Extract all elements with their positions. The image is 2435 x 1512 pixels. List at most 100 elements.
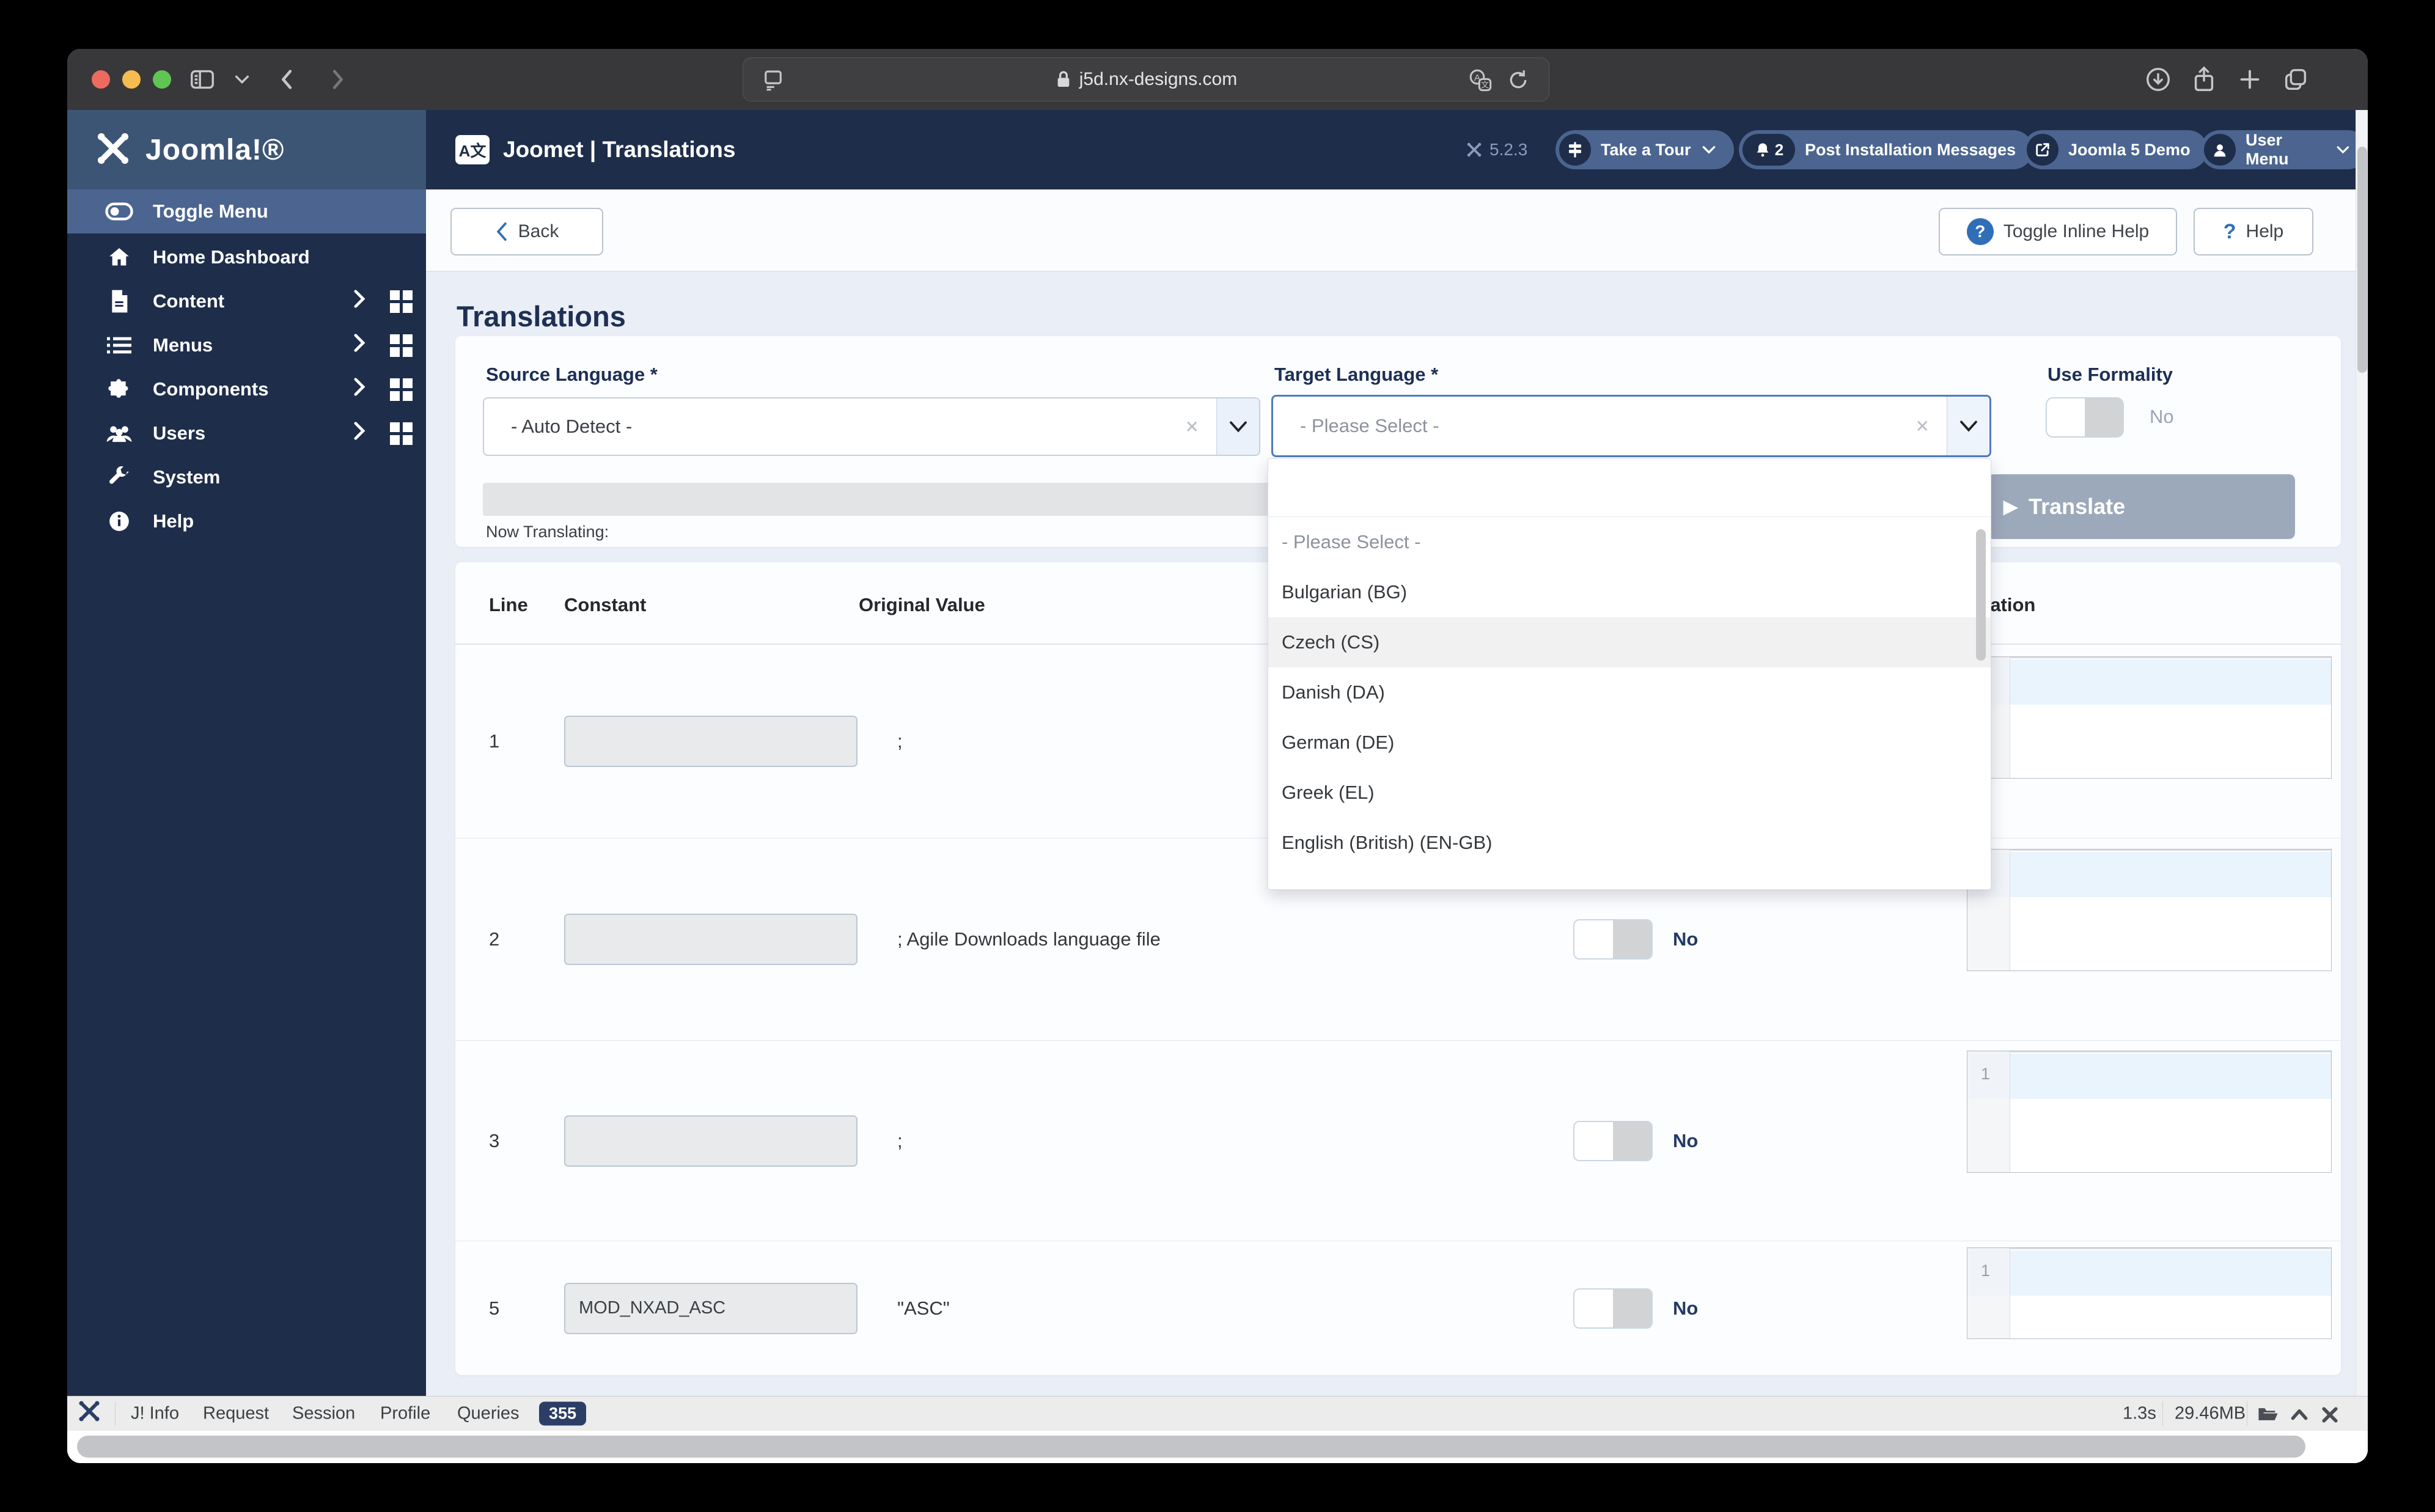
horizontal-scrollbar-thumb[interactable] — [77, 1436, 2305, 1458]
back-button-label: Back — [518, 221, 559, 241]
row-toggle-value: No — [1673, 1129, 1699, 1151]
post-installation-messages-button[interactable]: 2 Post Installation Messages — [1739, 130, 2033, 169]
sidebar-item-components[interactable]: Components — [67, 367, 426, 411]
horizontal-scrollbar[interactable] — [67, 1431, 2368, 1463]
forward-nav-icon[interactable] — [323, 65, 351, 94]
bell-icon: 2 — [1743, 134, 1795, 166]
source-language-select[interactable]: - Auto Detect - ✕ — [483, 397, 1260, 456]
chevron-right-icon[interactable] — [352, 376, 367, 402]
joomla-logo-icon — [93, 128, 133, 172]
sidebar-item-content[interactable]: Content — [67, 279, 426, 323]
close-debug-icon[interactable] — [2321, 1406, 2338, 1428]
components-dashboard-grid-icon[interactable] — [390, 378, 413, 401]
translation-editor[interactable]: 1 — [1967, 1247, 2332, 1339]
line-number: 2 — [489, 928, 500, 950]
translate-page-icon[interactable]: A文 — [1468, 68, 1493, 92]
collapse-up-icon[interactable] — [2290, 1406, 2309, 1427]
chevron-down-icon[interactable] — [233, 73, 251, 86]
constant-input[interactable] — [564, 914, 858, 965]
row-toggle[interactable] — [1573, 1288, 1653, 1329]
back-button[interactable]: Back — [450, 208, 603, 255]
use-formality-toggle[interactable] — [2046, 397, 2124, 438]
toggle-inline-help-button[interactable]: ? Toggle Inline Help — [1939, 208, 2177, 255]
chevron-down-icon[interactable] — [1216, 398, 1259, 455]
open-folder-icon[interactable] — [2258, 1405, 2279, 1428]
sidebar-item-help[interactable]: Help — [67, 499, 426, 543]
minimize-window-button[interactable] — [122, 70, 141, 89]
dropdown-option[interactable]: German (DE) — [1268, 717, 1991, 768]
help-button[interactable]: ? Help — [2194, 208, 2313, 255]
clear-selection-icon[interactable]: ✕ — [1915, 416, 1930, 436]
new-tab-icon[interactable] — [2236, 65, 2264, 94]
translate-button[interactable]: ▶ Translate — [1988, 474, 2295, 539]
users-dashboard-grid-icon[interactable] — [390, 422, 413, 445]
active-line-highlight — [1967, 1250, 2331, 1296]
menus-dashboard-grid-icon[interactable] — [390, 334, 413, 357]
dropdown-option[interactable]: English (British) (EN-GB) — [1268, 818, 1991, 868]
debug-queries-link[interactable]: Queries — [457, 1404, 520, 1424]
constant-input[interactable] — [564, 1282, 858, 1334]
chevron-right-icon[interactable] — [352, 288, 367, 314]
constant-input[interactable] — [564, 1115, 858, 1167]
table-row: 3 ; No 1 — [455, 1040, 2341, 1241]
target-language-select[interactable]: - Please Select - ✕ — [1271, 395, 1991, 457]
sidebar-item-toggle-menu[interactable]: Toggle Menu — [67, 189, 426, 233]
translation-editor[interactable]: 1 — [1967, 656, 2332, 779]
dropdown-option[interactable]: Greek (EL) — [1268, 768, 1991, 818]
share-icon[interactable] — [2190, 65, 2218, 94]
debug-profile-link[interactable]: Profile — [380, 1404, 430, 1424]
clear-selection-icon[interactable]: ✕ — [1185, 417, 1199, 437]
take-a-tour-button[interactable]: Take a Tour — [1555, 130, 1734, 169]
play-icon: ▶ — [2003, 496, 2018, 517]
vertical-scrollbar[interactable] — [2356, 110, 2368, 1396]
downloads-icon[interactable] — [2144, 65, 2172, 94]
reader-view-icon[interactable] — [760, 67, 786, 93]
chevron-right-icon[interactable] — [352, 332, 367, 358]
maximize-window-button[interactable] — [153, 70, 171, 89]
line-number: 3 — [489, 1129, 500, 1151]
dropdown-search-input[interactable] — [1268, 459, 1991, 517]
dropdown-option[interactable]: Danish (DA) — [1268, 667, 1991, 717]
now-translating-label: Now Translating: — [486, 523, 609, 541]
dropdown-option[interactable]: Bulgarian (BG) — [1268, 567, 1991, 617]
user-icon — [2204, 134, 2236, 166]
sidebar-item-menus[interactable]: Menus — [67, 323, 426, 367]
sidebar-toggle-icon[interactable] — [188, 65, 216, 94]
row-toggle[interactable] — [1573, 919, 1653, 960]
sidebar-item-users[interactable]: Users — [67, 411, 426, 455]
wrench-icon — [105, 466, 133, 489]
close-window-button[interactable] — [92, 70, 110, 89]
debug-session-link[interactable]: Session — [292, 1404, 355, 1424]
back-nav-icon[interactable] — [274, 65, 302, 94]
constant-input[interactable] — [564, 716, 858, 767]
source-language-label: Source Language * — [486, 364, 658, 385]
translation-editor[interactable]: 1 — [1967, 849, 2332, 971]
address-bar[interactable]: j5d.nx-designs.com A文 — [743, 57, 1549, 101]
target-language-value: - Please Select - — [1300, 415, 1439, 436]
dropdown-option[interactable]: - Please Select - — [1268, 517, 1991, 567]
original-value: ; — [897, 730, 903, 752]
target-language-dropdown: - Please Select - Bulgarian (BG) Czech (… — [1268, 458, 1991, 890]
vertical-scrollbar-thumb[interactable] — [2357, 147, 2367, 373]
debug-request-link[interactable]: Request — [203, 1404, 269, 1424]
sidebar-item-system[interactable]: System — [67, 455, 426, 499]
tab-overview-icon[interactable] — [2282, 65, 2310, 94]
chevron-right-icon[interactable] — [352, 420, 367, 446]
user-menu-button[interactable]: User Menu — [2200, 130, 2368, 169]
svg-text:文: 文 — [1481, 81, 1489, 90]
active-line-highlight — [1967, 1054, 2331, 1099]
dropdown-option-highlighted[interactable]: Czech (CS) — [1268, 617, 1991, 667]
joomla-demo-button[interactable]: Joomla 5 Demo — [2023, 130, 2208, 169]
chevron-down-icon[interactable] — [1947, 397, 1989, 455]
sidebar-item-home-dashboard[interactable]: Home Dashboard — [67, 235, 426, 279]
dropdown-list: - Please Select - Bulgarian (BG) Czech (… — [1268, 517, 1991, 889]
column-header-line: Line — [489, 594, 528, 615]
content-dashboard-grid-icon[interactable] — [390, 290, 413, 313]
original-value: "ASC" — [897, 1297, 950, 1319]
external-link-icon — [2027, 134, 2059, 166]
translation-editor[interactable]: 1 — [1967, 1051, 2332, 1173]
dropdown-scrollbar[interactable] — [1976, 529, 1986, 661]
debug-jinfo-link[interactable]: J! Info — [131, 1404, 179, 1424]
row-toggle[interactable] — [1573, 1120, 1653, 1161]
reload-icon[interactable] — [1506, 68, 1530, 92]
